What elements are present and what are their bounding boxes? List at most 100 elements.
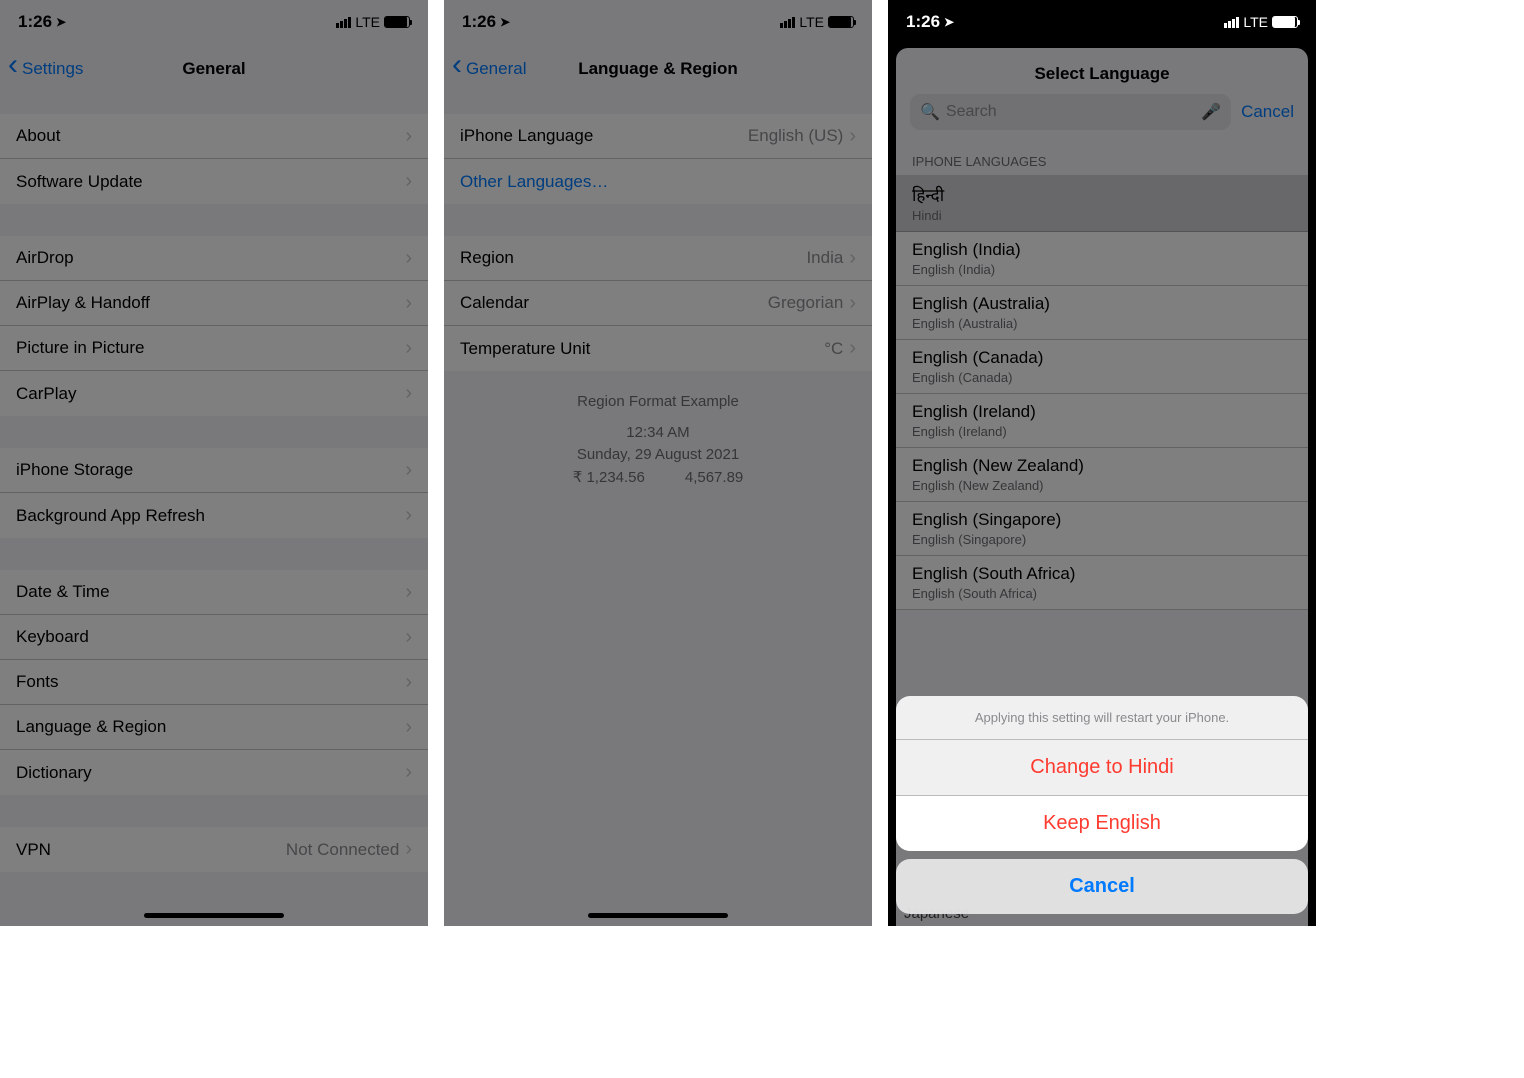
- row-vpn[interactable]: VPNNot Connected›: [0, 827, 428, 872]
- sheet-cancel-button[interactable]: Cancel: [896, 859, 1308, 914]
- network-label: LTE: [799, 14, 824, 30]
- row-fonts[interactable]: Fonts›: [0, 660, 428, 705]
- chevron-right-icon: ›: [405, 761, 412, 784]
- row-background-app-refresh[interactable]: Background App Refresh›: [0, 493, 428, 538]
- language-row[interactable]: हिन्दीHindi: [896, 175, 1308, 232]
- status-time: 1:26: [906, 12, 940, 32]
- signal-icon: [780, 17, 795, 28]
- chevron-right-icon: ›: [405, 838, 412, 861]
- row-about[interactable]: About›: [0, 114, 428, 159]
- row-date-time[interactable]: Date & Time›: [0, 570, 428, 615]
- search-icon: 🔍: [920, 102, 940, 122]
- chevron-right-icon: ›: [405, 125, 412, 148]
- language-list[interactable]: हिन्दीHindiEnglish (India)English (India…: [896, 175, 1308, 610]
- chevron-right-icon: ›: [405, 337, 412, 360]
- language-region-list[interactable]: iPhone LanguageEnglish (US)› Other Langu…: [444, 94, 872, 926]
- language-native: English (Singapore): [912, 510, 1292, 530]
- signal-icon: [1224, 17, 1239, 28]
- chevron-right-icon: ›: [405, 459, 412, 482]
- chevron-right-icon: ›: [405, 292, 412, 315]
- network-label: LTE: [355, 14, 380, 30]
- status-bar: 1:26 ➤ LTE: [888, 0, 1316, 44]
- screen-general: 1:26 ➤ LTE Settings General About› Softw…: [0, 0, 428, 926]
- mic-icon[interactable]: 🎤: [1201, 102, 1221, 122]
- region-format-example: Region Format Example 12:34 AM Sunday, 2…: [444, 371, 872, 509]
- cancel-button[interactable]: Cancel: [1241, 102, 1294, 122]
- section-header: IPHONE LANGUAGES: [896, 140, 1308, 175]
- language-english: English (Australia): [912, 316, 1292, 331]
- row-other-languages[interactable]: Other Languages…: [444, 159, 872, 204]
- screen-select-language: 1:26 ➤ LTE Select Language 🔍 Search 🎤 Ca…: [888, 0, 1316, 926]
- row-region[interactable]: RegionIndia›: [444, 236, 872, 281]
- page-title: General: [182, 59, 245, 79]
- language-english: English (Ireland): [912, 424, 1292, 439]
- row-dictionary[interactable]: Dictionary›: [0, 750, 428, 795]
- card-title: Select Language: [896, 48, 1308, 94]
- status-time: 1:26: [462, 12, 496, 32]
- back-label: Settings: [22, 59, 83, 79]
- language-native: English (Canada): [912, 348, 1292, 368]
- language-native: English (Australia): [912, 294, 1292, 314]
- row-carplay[interactable]: CarPlay›: [0, 371, 428, 416]
- language-row[interactable]: English (Australia) English (Australia): [896, 286, 1308, 340]
- battery-icon: [1272, 16, 1298, 28]
- row-picture-in-picture[interactable]: Picture in Picture›: [0, 326, 428, 371]
- chevron-right-icon: ›: [405, 581, 412, 604]
- language-english: English (South Africa): [912, 586, 1292, 601]
- language-row[interactable]: English (Ireland) English (Ireland): [896, 394, 1308, 448]
- status-bar: 1:26 ➤ LTE: [0, 0, 428, 44]
- language-row[interactable]: English (Canada) English (Canada): [896, 340, 1308, 394]
- chevron-right-icon: ›: [849, 337, 856, 360]
- row-airdrop[interactable]: AirDrop›: [0, 236, 428, 281]
- language-english: English (Singapore): [912, 532, 1292, 547]
- chevron-right-icon: ›: [405, 170, 412, 193]
- location-icon: ➤: [500, 15, 510, 29]
- language-row[interactable]: English (New Zealand) English (New Zealan…: [896, 448, 1308, 502]
- language-english: English (India): [912, 262, 1292, 277]
- row-software-update[interactable]: Software Update›: [0, 159, 428, 204]
- sheet-message: Applying this setting will restart your …: [896, 696, 1308, 740]
- signal-icon: [336, 17, 351, 28]
- chevron-right-icon: ›: [849, 125, 856, 148]
- row-airplay[interactable]: AirPlay & Handoff›: [0, 281, 428, 326]
- language-row[interactable]: English (Singapore) English (Singapore): [896, 502, 1308, 556]
- back-button[interactable]: General: [452, 59, 526, 79]
- page-title: Language & Region: [578, 59, 738, 79]
- status-bar: 1:26 ➤ LTE: [444, 0, 872, 44]
- action-sheet: Applying this setting will restart your …: [896, 696, 1308, 914]
- chevron-right-icon: ›: [405, 626, 412, 649]
- home-indicator[interactable]: [588, 913, 728, 918]
- chevron-right-icon: ›: [405, 247, 412, 270]
- battery-icon: [384, 16, 410, 28]
- chevron-right-icon: ›: [849, 292, 856, 315]
- keep-language-button[interactable]: Keep English: [896, 796, 1308, 851]
- language-native: English (Ireland): [912, 402, 1292, 422]
- language-native: English (New Zealand): [912, 456, 1292, 476]
- row-calendar[interactable]: CalendarGregorian›: [444, 281, 872, 326]
- language-row[interactable]: English (South Africa)English (South Afr…: [896, 556, 1308, 610]
- back-button[interactable]: Settings: [8, 59, 83, 79]
- network-label: LTE: [1243, 14, 1268, 30]
- chevron-right-icon: ›: [405, 504, 412, 527]
- chevron-left-icon: [8, 59, 20, 79]
- settings-list[interactable]: About› Software Update› AirDrop› AirPlay…: [0, 94, 428, 926]
- row-keyboard[interactable]: Keyboard›: [0, 615, 428, 660]
- change-language-button[interactable]: Change to Hindi: [896, 740, 1308, 796]
- chevron-left-icon: [452, 59, 464, 79]
- nav-bar: General Language & Region: [444, 44, 872, 94]
- search-placeholder: Search: [946, 103, 997, 121]
- row-iphone-language[interactable]: iPhone LanguageEnglish (US)›: [444, 114, 872, 159]
- language-row[interactable]: English (India)English (India): [896, 232, 1308, 286]
- row-language-region[interactable]: Language & Region›: [0, 705, 428, 750]
- chevron-right-icon: ›: [405, 671, 412, 694]
- chevron-right-icon: ›: [405, 382, 412, 405]
- screen-language-region: 1:26 ➤ LTE General Language & Region iPh…: [444, 0, 872, 926]
- search-input[interactable]: 🔍 Search 🎤: [910, 94, 1231, 130]
- row-temperature-unit[interactable]: Temperature Unit°C›: [444, 326, 872, 371]
- language-english: English (New Zealand): [912, 478, 1292, 493]
- back-label: General: [466, 59, 526, 79]
- home-indicator[interactable]: [144, 913, 284, 918]
- row-iphone-storage[interactable]: iPhone Storage›: [0, 448, 428, 493]
- language-english: English (Canada): [912, 370, 1292, 385]
- chevron-right-icon: ›: [849, 247, 856, 270]
